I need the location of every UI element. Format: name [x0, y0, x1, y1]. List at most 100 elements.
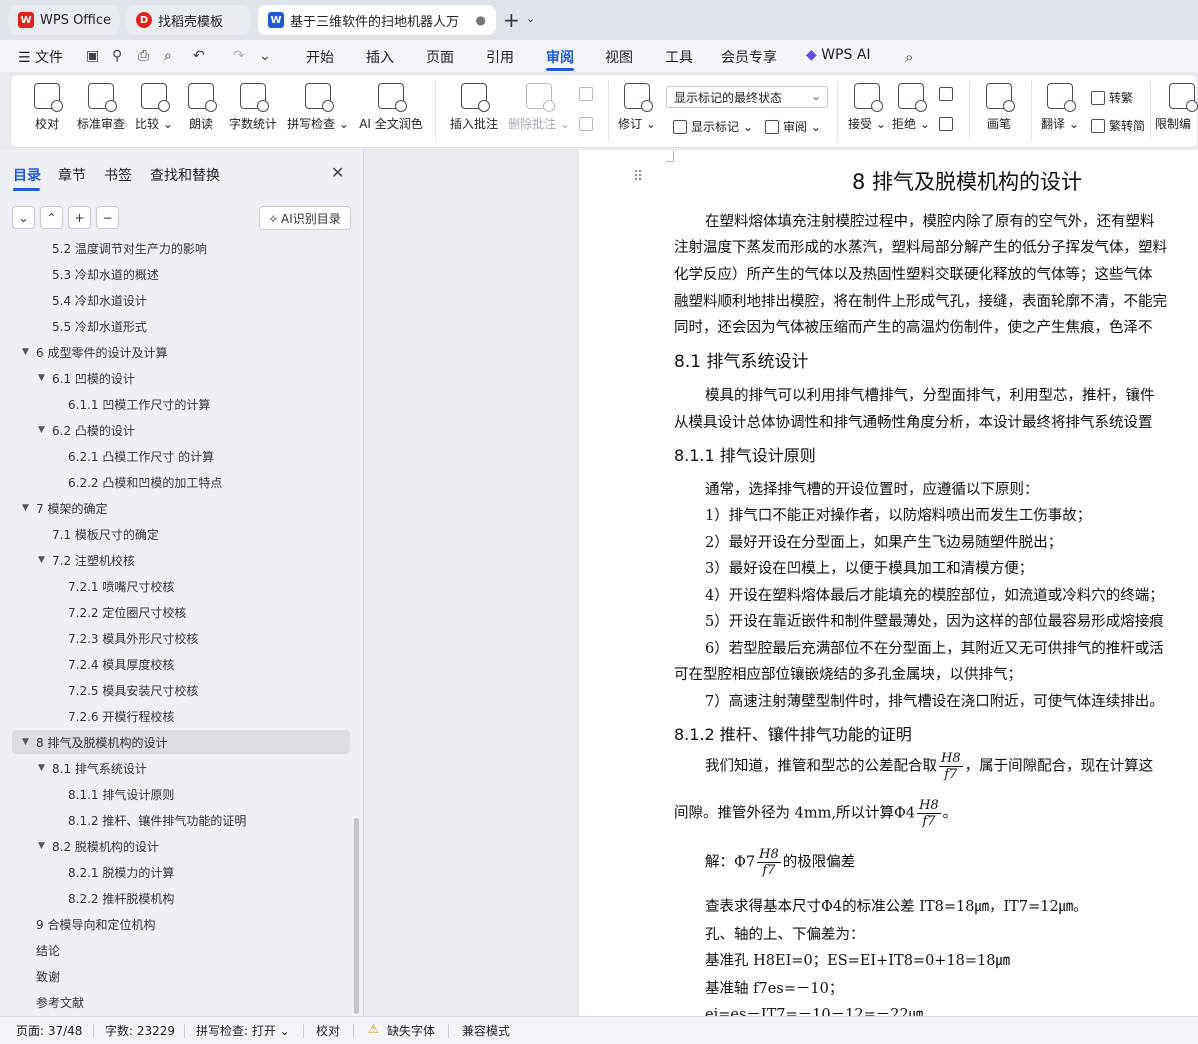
- menu-view[interactable]: 视图: [605, 47, 633, 67]
- toc-item[interactable]: ▼ 6 成型零件的设计及计算: [22, 340, 167, 364]
- ai-polish-button[interactable]: AI 全文润色: [359, 83, 423, 132]
- toc-item[interactable]: 致谢: [22, 964, 60, 988]
- menu-tools[interactable]: 工具: [665, 47, 693, 67]
- toc-item[interactable]: 7.2.5 模具安装尺寸校核: [54, 678, 198, 702]
- toc-item[interactable]: 6.2.2 凸模和凹模的加工特点: [54, 470, 222, 494]
- expand-triangle-icon[interactable]: ▼: [22, 347, 36, 357]
- toc-item[interactable]: 结论: [22, 938, 60, 962]
- more-chevron-icon[interactable]: ⌄: [259, 48, 271, 64]
- expand-triangle-icon[interactable]: ▼: [38, 763, 52, 773]
- print-preview-icon[interactable]: ⌕: [164, 48, 172, 64]
- menu-member[interactable]: 会员专享: [721, 47, 777, 67]
- toc-item[interactable]: 5.2 温度调节对生产力的影响: [38, 236, 207, 260]
- next-change-button[interactable]: [939, 117, 957, 131]
- markup-mode-select[interactable]: 显示标记的最终状态 ⌄: [666, 86, 828, 108]
- delete-comment-button[interactable]: 删除批注 ⌄: [508, 83, 570, 132]
- document-page[interactable]: ⠿ 8 排气及脱模机构的设计 在塑料熔体填充注射模腔过程中，模腔内除了原有的空气…: [579, 150, 1198, 1016]
- show-markup-button[interactable]: 显示标记 ⌄: [673, 118, 753, 135]
- toc-scrollbar[interactable]: [354, 818, 359, 1014]
- expand-triangle-icon[interactable]: ▼: [22, 737, 36, 747]
- toc-item[interactable]: 6.2.1 凸模工作尺寸 的计算: [54, 444, 214, 468]
- menu-page[interactable]: 页面: [426, 47, 454, 67]
- toc-item[interactable]: 7.2.2 定位圈尺寸校核: [54, 600, 186, 624]
- toc-item[interactable]: ▼ 7.2 注塑机校核: [38, 548, 135, 572]
- toc-item[interactable]: 8.2.2 推杆脱模机构: [54, 886, 174, 910]
- prev-comment-button[interactable]: [579, 87, 597, 101]
- toc-item[interactable]: ▼ 7 模架的确定: [22, 496, 107, 520]
- reject-button[interactable]: 拒绝 ⌄: [881, 83, 941, 132]
- expand-triangle-icon[interactable]: ▼: [38, 373, 52, 383]
- toc-item[interactable]: 8.1.2 推杆、镶件排气功能的证明: [54, 808, 246, 832]
- translate-button[interactable]: 翻译 ⌄: [1030, 83, 1090, 132]
- prev-change-button[interactable]: [939, 87, 957, 101]
- toc-item[interactable]: 5.4 冷却水道设计: [38, 288, 147, 312]
- toc-item[interactable]: ▼ 6.2 凸模的设计: [38, 418, 135, 442]
- expand-up-button[interactable]: ⌃: [40, 206, 63, 229]
- toc-item[interactable]: ▼ 8 排气及脱模机构的设计: [12, 730, 350, 754]
- menu-review[interactable]: 审阅: [546, 47, 574, 67]
- print-icon[interactable]: ⎙: [138, 48, 149, 64]
- toc-item[interactable]: 8.2.1 脱模力的计算: [54, 860, 174, 884]
- toc-item[interactable]: ▼ 8.2 脱模机构的设计: [38, 834, 159, 858]
- search-icon[interactable]: ⌕: [905, 48, 913, 66]
- spell-check-status[interactable]: 拼写检查: 打开 ⌄: [196, 1022, 290, 1039]
- save-icon[interactable]: ▣: [86, 48, 99, 64]
- add-heading-button[interactable]: +: [68, 206, 91, 229]
- menu-file[interactable]: ☰ 文件: [18, 47, 63, 67]
- word-count[interactable]: 字数: 23229: [105, 1022, 175, 1039]
- toc-item[interactable]: 7.2.4 模具厚度校核: [54, 652, 174, 676]
- compat-mode-status[interactable]: 兼容模式: [462, 1022, 510, 1039]
- remove-heading-button[interactable]: −: [96, 206, 119, 229]
- expand-triangle-icon[interactable]: ▼: [38, 841, 52, 851]
- next-comment-button[interactable]: [579, 117, 597, 131]
- expand-triangle-icon[interactable]: ▼: [38, 555, 52, 565]
- menu-insert[interactable]: 插入: [366, 47, 394, 67]
- unsaved-dot-icon[interactable]: ●: [476, 13, 486, 27]
- toc-item[interactable]: ▼ 8.1 排气系统设计: [38, 756, 147, 780]
- missing-font-status[interactable]: 缺失字体: [387, 1022, 435, 1039]
- expand-triangle-icon[interactable]: ▼: [38, 425, 52, 435]
- toc-item[interactable]: 5.5 冷却水道形式: [38, 314, 147, 338]
- expand-triangle-icon[interactable]: ▼: [22, 503, 36, 513]
- read-aloud-button[interactable]: 朗读: [171, 83, 231, 132]
- tab-list-chevron-icon[interactable]: ⌄: [526, 12, 535, 25]
- review-pane-button[interactable]: 审阅 ⌄: [765, 118, 821, 135]
- toc-item[interactable]: 7.2.1 喷嘴尺寸校核: [54, 574, 174, 598]
- toc-item[interactable]: 6.1.1 凹模工作尺寸的计算: [54, 392, 210, 416]
- toc-item[interactable]: 8.1.1 排气设计原则: [54, 782, 174, 806]
- to-simplified-button[interactable]: 繁转简: [1091, 117, 1145, 134]
- proof-button[interactable]: 校对: [17, 83, 77, 132]
- nav-tab-chapter[interactable]: 章节: [58, 165, 86, 185]
- toc-item[interactable]: 5.3 冷却水道的概述: [38, 262, 159, 286]
- menu-reference[interactable]: 引用: [486, 47, 514, 67]
- collapse-down-button[interactable]: ⌄: [12, 206, 35, 229]
- pen-button[interactable]: 画笔: [969, 83, 1029, 132]
- to-traditional-button[interactable]: 转繁: [1091, 89, 1133, 106]
- toc-item[interactable]: 7.2.3 模具外形尺寸校核: [54, 626, 198, 650]
- toc-item[interactable]: 9 合模导向和定位机构: [22, 912, 155, 936]
- toc-item[interactable]: ▼ 6.1 凹模的设计: [38, 366, 135, 390]
- tab-wps-office[interactable]: W WPS Office: [8, 5, 120, 35]
- nav-tab-toc[interactable]: 目录: [13, 165, 41, 185]
- toc-item[interactable]: 参考文献: [22, 990, 84, 1014]
- ai-detect-toc-button[interactable]: ⟡ AI识别目录: [259, 206, 351, 230]
- standard-review-button[interactable]: 标准审查: [71, 83, 131, 132]
- toc-item[interactable]: 7.2.6 开模行程校核: [54, 704, 174, 728]
- menu-wps-ai[interactable]: ◆ WPS AI: [806, 47, 871, 63]
- restrict-edit-button[interactable]: 限制编: [1155, 83, 1198, 132]
- menu-start[interactable]: 开始: [306, 47, 334, 67]
- proof-status[interactable]: 校对: [316, 1022, 340, 1039]
- tab-template[interactable]: D 找稻壳模板: [126, 5, 250, 35]
- redo-icon[interactable]: ↷: [233, 48, 245, 64]
- word-count-button[interactable]: 字数统计: [223, 83, 283, 132]
- insert-comment-button[interactable]: 插入批注: [444, 83, 504, 132]
- nav-tab-find-replace[interactable]: 查找和替换: [150, 165, 220, 185]
- undo-icon[interactable]: ↶: [193, 48, 205, 64]
- toc-item[interactable]: 7.1 模板尺寸的确定: [38, 522, 159, 546]
- tab-document[interactable]: W 基于三维软件的扫地机器人万 ●: [258, 5, 496, 35]
- nav-tab-bookmark[interactable]: 书签: [104, 165, 132, 185]
- revise-button[interactable]: 修订 ⌄: [607, 83, 667, 132]
- share-icon[interactable]: ⚲: [112, 48, 122, 64]
- spell-check-button[interactable]: 拼写检查 ⌄: [287, 83, 349, 132]
- page-indicator[interactable]: 页面: 37/48: [16, 1022, 82, 1039]
